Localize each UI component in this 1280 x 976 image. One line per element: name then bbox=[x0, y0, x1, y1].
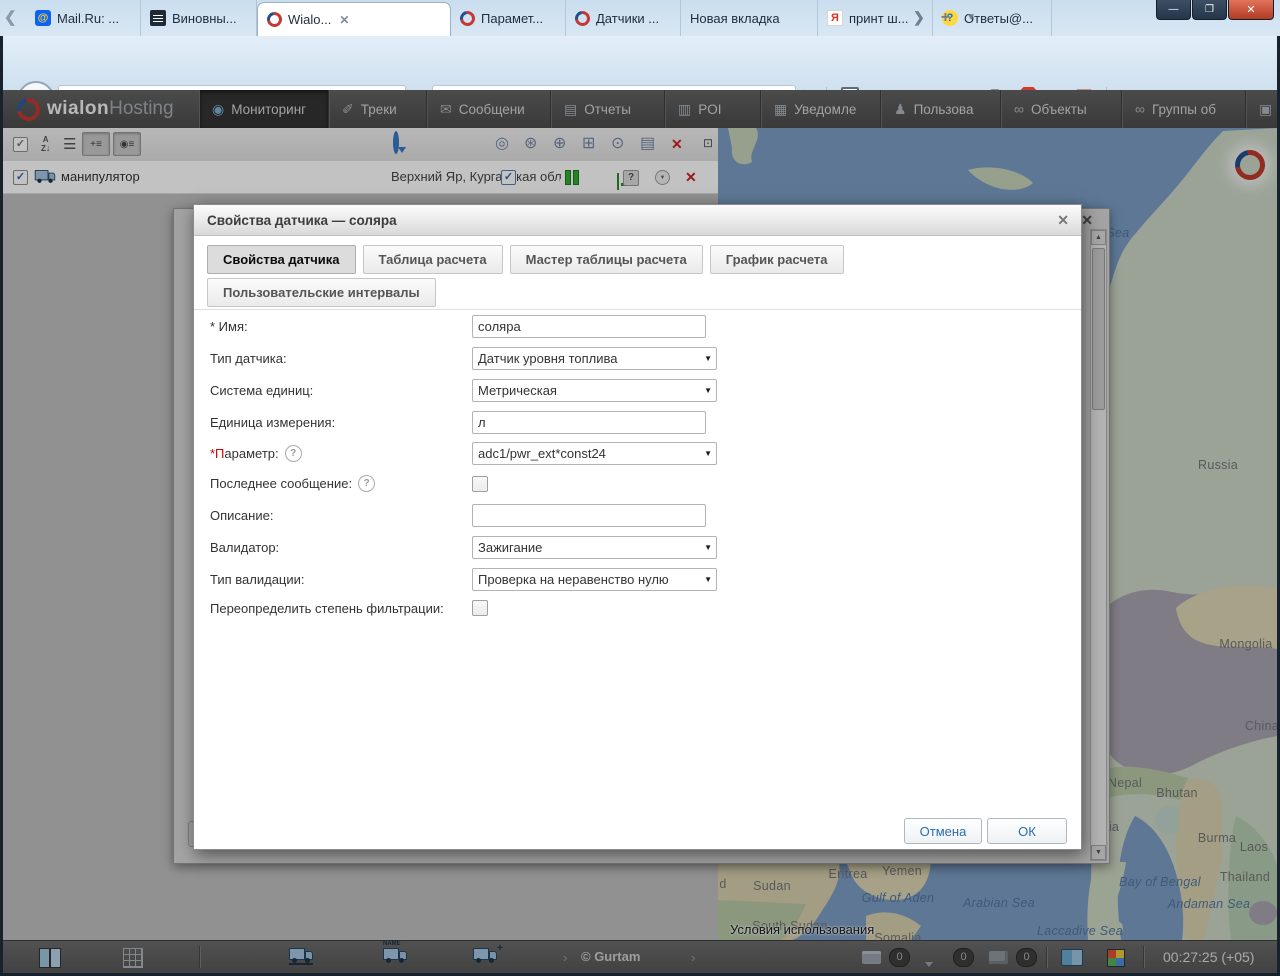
wialon-icon bbox=[457, 8, 478, 29]
tab-buttons: ❯ + ▼ bbox=[913, 9, 976, 27]
close-button[interactable]: ✕ bbox=[1228, 0, 1274, 20]
form-row-2: Система единиц: Метрическая bbox=[210, 379, 717, 402]
dialog-tab-0[interactable]: Свойства датчика bbox=[207, 245, 356, 274]
tab-list-icon[interactable]: ▼ bbox=[966, 9, 976, 27]
dialog-close-icon[interactable]: ✕ bbox=[1057, 212, 1069, 229]
window-frame bbox=[0, 36, 3, 976]
field-label: Описание: bbox=[210, 508, 273, 523]
help-icon[interactable]: ? bbox=[358, 475, 375, 492]
new-tab-button[interactable]: + bbox=[941, 9, 950, 27]
field-label: Переопределить степень фильтрации: bbox=[210, 601, 444, 616]
browser-tab-0[interactable]: @ Mail.Ru: ... bbox=[26, 0, 141, 36]
field-label: Последнее сообщение: bbox=[210, 476, 352, 491]
browser-tab-3[interactable]: Парамет... bbox=[451, 0, 566, 36]
minimize-button[interactable]: — bbox=[1156, 0, 1191, 20]
tab-scroll-left-icon[interactable]: ❮ bbox=[4, 8, 17, 26]
tab-title: Датчики ... bbox=[596, 11, 659, 26]
yandex-icon: Я bbox=[827, 10, 843, 26]
form-row-4: *Параметр:? adc1/pwr_ext*const24 bbox=[210, 442, 717, 465]
dialog-title: Свойства датчика — соляра bbox=[207, 213, 397, 228]
browser-toolbar: ← ⊕ wialon.su/?sid=1946801dd26bac989c84 … bbox=[0, 36, 1280, 91]
field-label: *Параметр: bbox=[210, 446, 279, 461]
tab-title: Wialo... bbox=[288, 12, 331, 27]
field-label: Тип валидации: bbox=[210, 572, 305, 587]
field-label: Тип датчика: bbox=[210, 351, 287, 366]
news-icon bbox=[150, 10, 166, 26]
field-select-4[interactable]: adc1/pwr_ext*const24 bbox=[472, 442, 717, 465]
browser-tabbar: ❮ @ Mail.Ru: ... Виновны... Wialo... ✕ Параме… bbox=[0, 0, 1280, 37]
tab-title: принт ш... bbox=[849, 11, 909, 26]
cancel-button[interactable]: Отмена bbox=[904, 818, 982, 844]
tabs-separator bbox=[194, 309, 1081, 310]
tab-title: Новая вкладка bbox=[690, 11, 780, 26]
form-row-7: Валидатор: Зажигание bbox=[210, 536, 717, 559]
sensor-properties-dialog: Свойства датчика — соляра ✕ Свойства дат… bbox=[193, 204, 1082, 850]
mailru-icon: @ bbox=[35, 10, 51, 26]
window-controls: — ❐ ✕ bbox=[1155, 0, 1274, 20]
form-row-6: Описание: bbox=[210, 504, 706, 527]
tabstrip: @ Mail.Ru: ... Виновны... Wialo... ✕ Парамет.… bbox=[26, 0, 1052, 36]
form-row-1: Тип датчика: Датчик уровня топлива bbox=[210, 347, 717, 370]
field-input-3[interactable] bbox=[472, 411, 706, 434]
tab-title: Виновны... bbox=[172, 11, 237, 26]
tab-title: Mail.Ru: ... bbox=[57, 11, 119, 26]
maximize-button[interactable]: ❐ bbox=[1192, 0, 1227, 20]
field-label: Система единиц: bbox=[210, 383, 313, 398]
field-label: Валидатор: bbox=[210, 540, 279, 555]
dialog-tab-4[interactable]: Пользовательские интервалы bbox=[207, 278, 436, 307]
browser-tab-4[interactable]: Датчики ... bbox=[566, 0, 681, 36]
field-select-8[interactable]: Проверка на неравенство нулю bbox=[472, 568, 717, 591]
ok-button[interactable]: ОК bbox=[987, 818, 1067, 844]
dialog-tab-1[interactable]: Таблица расчета bbox=[363, 245, 503, 274]
dialog-tab-3[interactable]: График расчета bbox=[710, 245, 844, 274]
field-label: Единица измерения: bbox=[210, 415, 335, 430]
field-select-7[interactable]: Зажигание bbox=[472, 536, 717, 559]
tab-scroll-right-icon[interactable]: ❯ bbox=[913, 9, 925, 27]
form-row-8: Тип валидации: Проверка на неравенство ну… bbox=[210, 568, 717, 591]
form-row-5: Последнее сообщение:? bbox=[210, 475, 488, 492]
wialon-icon bbox=[572, 8, 593, 29]
field-checkbox-5[interactable] bbox=[472, 476, 488, 492]
browser-tab-1[interactable]: Виновны... bbox=[141, 0, 257, 36]
field-checkbox-9[interactable] bbox=[472, 600, 488, 616]
screen: ❮ @ Mail.Ru: ... Виновны... Wialo... ✕ Параме… bbox=[0, 0, 1280, 976]
dialog-tab-2[interactable]: Мастер таблицы расчета bbox=[510, 245, 703, 274]
form-row-0: * Имя: bbox=[210, 315, 706, 338]
tab-close-icon[interactable]: ✕ bbox=[339, 13, 349, 27]
browser-tab-2[interactable]: Wialo... ✕ bbox=[257, 2, 451, 36]
browser-tab-5[interactable]: Новая вкладка bbox=[681, 0, 818, 36]
field-input-0[interactable] bbox=[472, 315, 706, 338]
field-select-2[interactable]: Метрическая bbox=[472, 379, 717, 402]
field-select-1[interactable]: Датчик уровня топлива bbox=[472, 347, 717, 370]
form-row-3: Единица измерения: bbox=[210, 411, 706, 434]
help-icon[interactable]: ? bbox=[285, 445, 302, 462]
field-input-6[interactable] bbox=[472, 504, 706, 527]
tab-title: Парамет... bbox=[481, 11, 543, 26]
form-row-9: Переопределить степень фильтрации: bbox=[210, 600, 488, 616]
wialon-icon bbox=[264, 9, 285, 30]
field-label: * Имя: bbox=[210, 319, 248, 334]
dialog-titlebar: Свойства датчика — соляра bbox=[194, 205, 1081, 236]
